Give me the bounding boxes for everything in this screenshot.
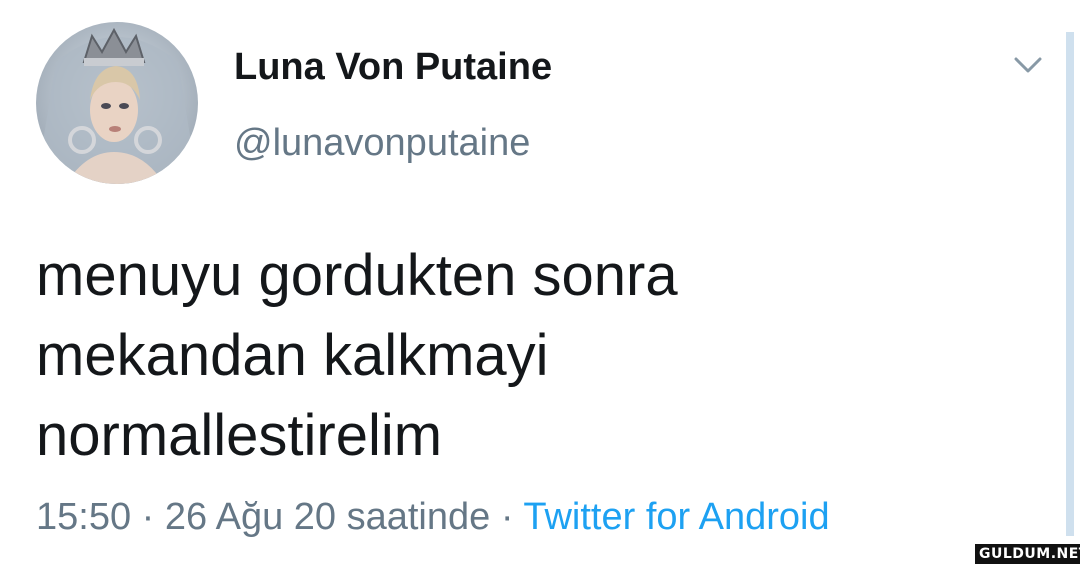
tweet-source-link[interactable]: Twitter for Android — [523, 496, 829, 538]
profile-photo-icon — [36, 27, 198, 184]
chevron-down-icon[interactable] — [1010, 50, 1046, 80]
author-handle[interactable]: @lunavonputaine — [234, 120, 530, 166]
tweet-text-line: menuyu gordukten sonra — [36, 243, 678, 308]
tweet-meta: 15:50 · 26 Ağu 20 saatinde · Twitter for… — [36, 492, 830, 542]
meta-separator: · — [141, 496, 155, 538]
author-display-name[interactable]: Luna Von Putaine — [234, 44, 552, 90]
tweet-text-line: normallestirelim — [36, 403, 443, 468]
meta-separator: · — [500, 496, 514, 538]
avatar[interactable] — [36, 22, 198, 184]
tweet-text: menuyu gordukten sonra mekandan kalkmayi… — [36, 236, 996, 476]
scrollbar[interactable] — [1066, 32, 1074, 536]
tweet-date[interactable]: 26 Ağu 20 saatinde — [165, 496, 490, 538]
tweet-text-line: mekandan kalkmayi — [36, 323, 549, 388]
watermark: GULDUM.NET — [974, 543, 1080, 565]
tweet-time[interactable]: 15:50 — [36, 496, 131, 538]
